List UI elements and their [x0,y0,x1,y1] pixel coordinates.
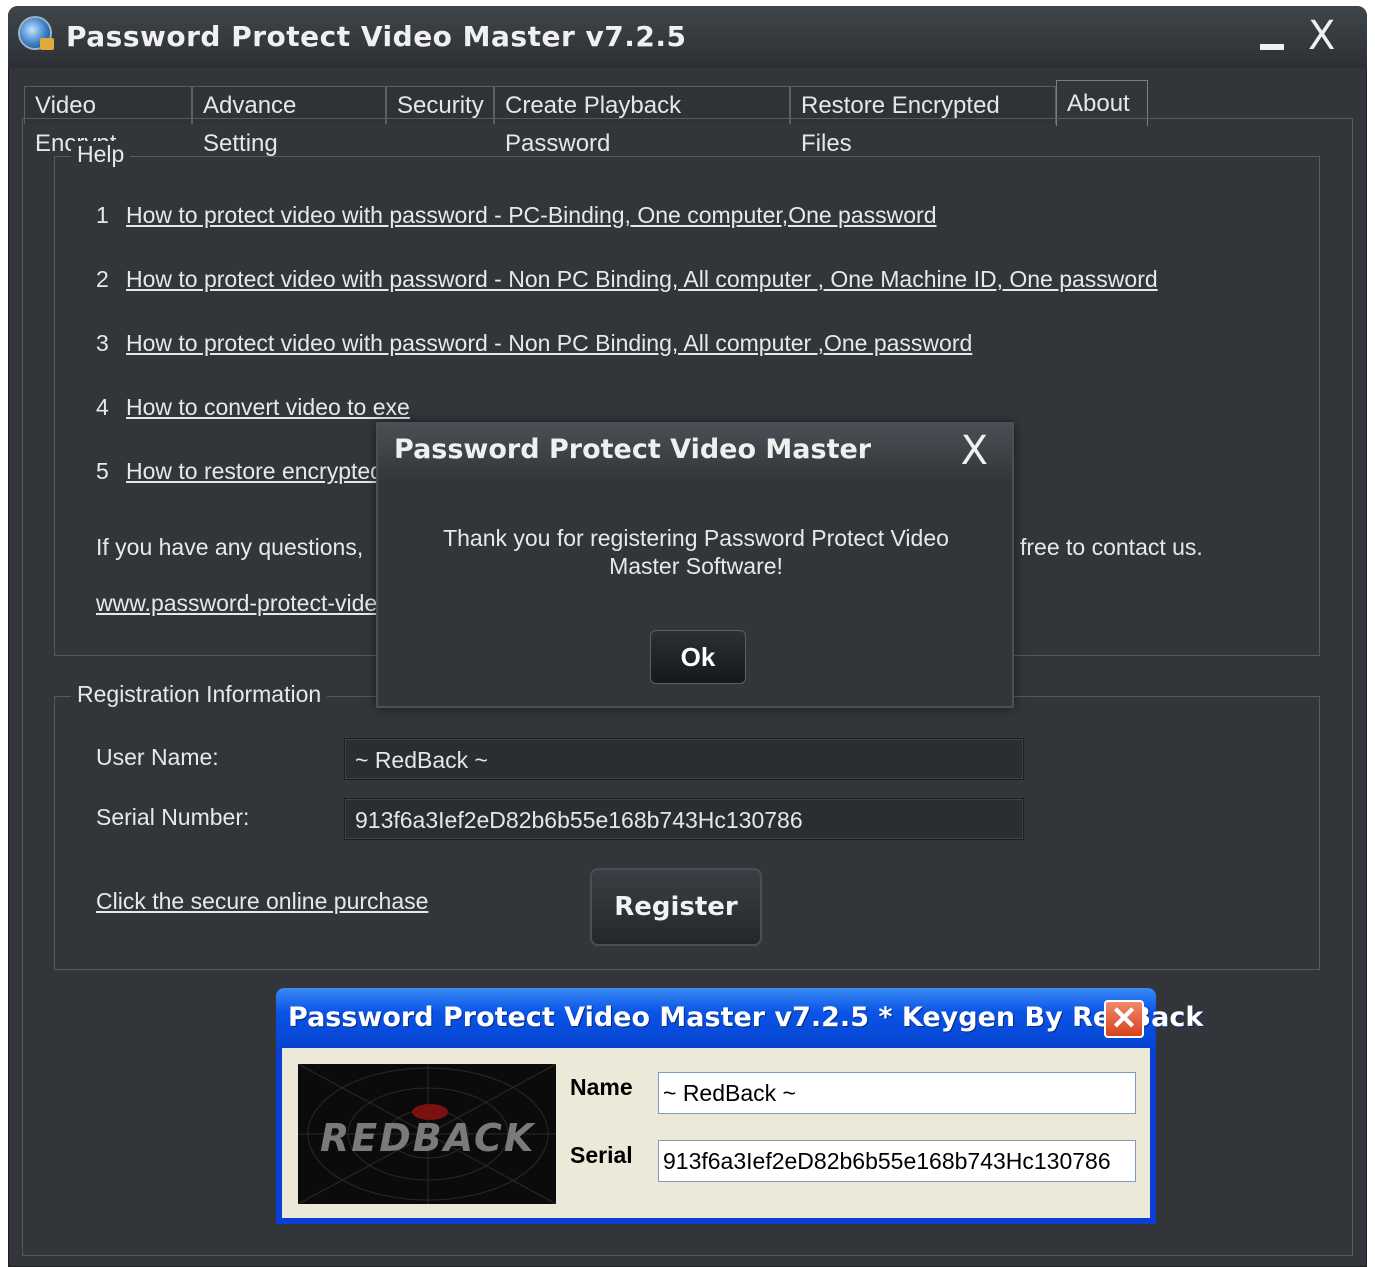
help-link-machine-id[interactable]: How to protect video with password - Non… [126,266,1158,293]
keygen-title-bar[interactable]: Password Protect Video Master v7.2.5 * K… [276,988,1203,1048]
keygen-title: Password Protect Video Master v7.2.5 * K… [288,1002,1204,1033]
redback-logo: REDBACK [298,1064,556,1204]
help-link-non-pc-binding[interactable]: How to protect video with password - Non… [126,330,972,357]
dialog-title-bar[interactable]: Password Protect Video Master X [378,424,1012,482]
registration-legend: Registration Information [71,681,328,708]
title-bar[interactable]: Password Protect Video Master v7.2.5 X [8,6,1367,68]
contact-text: If you have any questions, [96,534,364,560]
help-link-convert-exe[interactable]: How to convert video to exe [126,394,410,421]
window-title: Password Protect Video Master v7.2.5 [66,20,687,53]
keygen-serial-label: Serial [570,1142,633,1168]
keygen-serial-input[interactable]: 913f6a3Ief2eD82b6b55e168b743Hc130786 [658,1140,1136,1182]
help-item-number: 3 [96,330,109,356]
ok-button[interactable]: Ok [650,630,746,684]
username-label: User Name: [96,744,219,770]
logo-text: REDBACK [320,1116,536,1160]
help-item-number: 2 [96,266,109,292]
dialog-title: Password Protect Video Master [394,434,872,465]
minimize-button[interactable] [1260,44,1284,50]
help-item-number: 1 [96,202,109,228]
register-button[interactable]: Register [590,868,762,946]
help-item-number: 5 [96,458,109,484]
app-icon [20,18,54,50]
purchase-link[interactable]: Click the secure online purchase [96,888,428,915]
serial-label: Serial Number: [96,804,250,830]
keygen-name-input[interactable]: ~ RedBack ~ [658,1072,1136,1114]
dialog-message: Thank you for registering Password Prote… [443,525,949,579]
help-legend: Help [71,141,131,168]
close-icon[interactable]: X [1308,16,1335,56]
registration-dialog: Password Protect Video Master X Thank yo… [376,422,1014,708]
username-field[interactable]: ~ RedBack ~ [344,738,1024,780]
contact-text-end: free to contact us. [1020,534,1203,560]
close-icon[interactable]: ✕ [1104,1000,1144,1038]
help-link-pc-binding[interactable]: How to protect video with password - PC-… [126,202,937,229]
close-icon[interactable]: X [961,428,988,474]
keygen-body: REDBACK Name ~ RedBack ~ Serial 913f6a3I… [282,1048,1150,1218]
serial-number-field[interactable]: 913f6a3Ief2eD82b6b55e168b743Hc130786 [344,798,1024,840]
keygen-name-label: Name [570,1074,633,1100]
keygen-window: Password Protect Video Master v7.2.5 * K… [276,988,1203,1224]
help-link-restore[interactable]: How to restore encrypted [126,458,383,485]
help-item-number: 4 [96,394,109,420]
website-link[interactable]: www.password-protect-vide [96,590,377,617]
